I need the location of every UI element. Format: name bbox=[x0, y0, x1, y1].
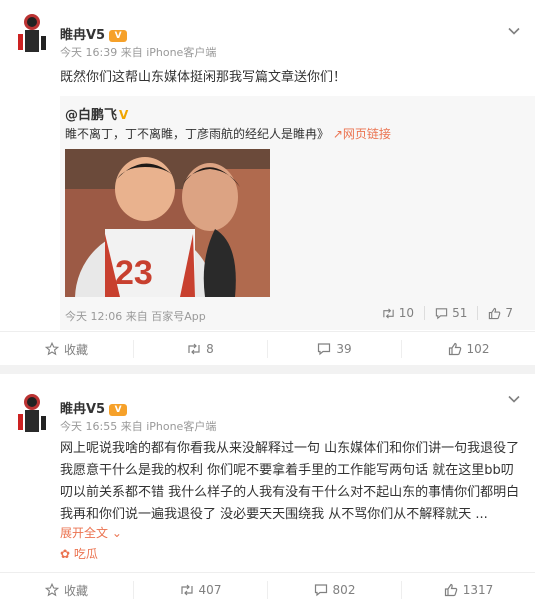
comment-count[interactable]: 51 bbox=[424, 306, 477, 320]
repost-count[interactable]: 10 bbox=[372, 306, 424, 320]
verified-icon: V bbox=[119, 108, 129, 122]
repost-meta: 今天 12:06 来自 百家号App bbox=[65, 310, 206, 323]
like-icon bbox=[444, 583, 457, 597]
username[interactable]: 睢冉V5 V bbox=[60, 24, 128, 43]
repost-button[interactable]: 407 bbox=[133, 581, 267, 599]
star-icon bbox=[44, 342, 59, 356]
post-meta: 今天 16:55 来自 iPhone客户端 bbox=[60, 420, 217, 433]
repost-icon bbox=[180, 584, 193, 596]
avatar[interactable] bbox=[12, 10, 52, 58]
favorite-button[interactable]: 收藏 bbox=[0, 581, 133, 599]
username[interactable]: 睢冉V5 V bbox=[60, 398, 128, 417]
repost-icon bbox=[188, 343, 200, 355]
topic-tag[interactable]: ✿ 吃瓜 bbox=[60, 545, 98, 562]
repost-icon bbox=[383, 307, 394, 319]
like-icon bbox=[489, 307, 501, 319]
watermelon-icon: ✿ bbox=[60, 547, 71, 561]
comment-button[interactable]: 802 bbox=[267, 581, 401, 599]
v-badge-icon: V bbox=[109, 30, 128, 42]
avatar[interactable] bbox=[12, 390, 52, 438]
star-icon bbox=[44, 583, 59, 597]
like-button[interactable]: 102 bbox=[401, 340, 535, 358]
weibo-post-1: 睢冉V5 V 今天 16:39 来自 iPhone客户端 既然你们这帮山东媒体挺闲… bbox=[0, 0, 535, 365]
repost-button[interactable]: 8 bbox=[133, 340, 267, 358]
repost-username[interactable]: @白鹏飞 V bbox=[65, 104, 128, 123]
repost-card[interactable]: @白鹏飞 V 睢不离丁，丁不离睢，丁彦雨航的经纪人是睢冉》 ↗网页链接 23 今… bbox=[60, 96, 535, 330]
post-text: 网上呢说我啥的都有你看我从来没解释过一句 山东媒体们和你们讲一句我退役了我愿意干… bbox=[60, 441, 520, 522]
post-text: 既然你们这帮山东媒体挺闲那我写篇文章送你们！ bbox=[60, 70, 347, 85]
v-badge-icon: V bbox=[109, 404, 128, 416]
repost-image[interactable]: 23 bbox=[65, 149, 270, 297]
chevron-down-icon: ⌄ bbox=[111, 526, 122, 540]
like-count[interactable]: 7 bbox=[477, 306, 523, 320]
chevron-down-icon[interactable] bbox=[507, 24, 521, 38]
post-meta: 今天 16:39 来自 iPhone客户端 bbox=[60, 46, 217, 59]
like-button[interactable]: 1317 bbox=[401, 581, 535, 599]
link-icon: ↗ bbox=[332, 127, 343, 141]
expand-full-text-link[interactable]: 展开全文 ⌄ bbox=[60, 524, 122, 541]
repost-stats: 10 51 7 bbox=[372, 306, 523, 320]
action-bar: 收藏 8 39 102 bbox=[0, 331, 535, 365]
chevron-down-icon[interactable] bbox=[507, 392, 521, 406]
comment-icon bbox=[314, 584, 327, 597]
comment-icon bbox=[435, 307, 448, 319]
web-link[interactable]: ↗网页链接 bbox=[333, 127, 391, 141]
weibo-post-2: 睢冉V5 V 今天 16:55 来自 iPhone客户端 网上呢说我啥的都有你看我… bbox=[0, 374, 535, 607]
svg-text:23: 23 bbox=[115, 254, 153, 292]
like-icon bbox=[448, 342, 461, 356]
action-bar: 收藏 407 802 1317 bbox=[0, 572, 535, 606]
comment-icon bbox=[318, 343, 331, 356]
repost-text: 睢不离丁，丁不离睢，丁彦雨航的经纪人是睢冉》 ↗网页链接 bbox=[65, 127, 391, 141]
favorite-button[interactable]: 收藏 bbox=[0, 340, 133, 358]
comment-button[interactable]: 39 bbox=[267, 340, 401, 358]
